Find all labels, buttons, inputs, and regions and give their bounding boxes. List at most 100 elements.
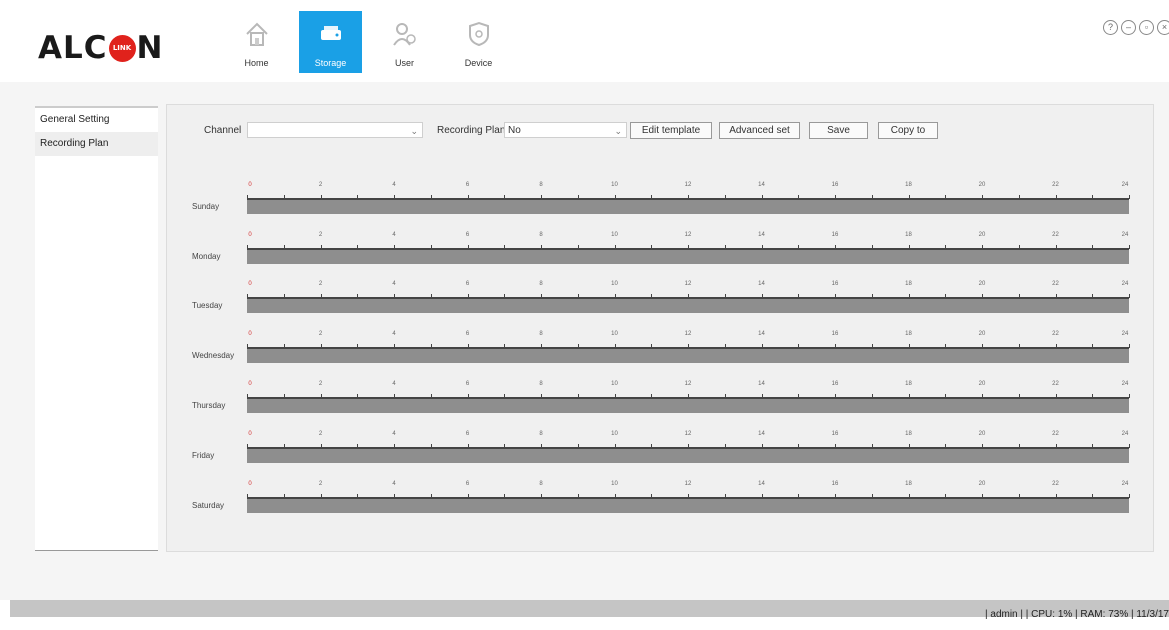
hour-tick-mark bbox=[577, 494, 579, 498]
nav-storage[interactable]: Storage bbox=[299, 11, 362, 73]
hour-tick-label: 6 bbox=[465, 331, 470, 337]
hour-tick-mark bbox=[688, 394, 689, 398]
hour-tick-mark bbox=[871, 394, 873, 398]
hour-tick-mark bbox=[283, 394, 285, 398]
hour-tick-mark bbox=[724, 294, 726, 298]
hour-tick-mark bbox=[467, 195, 469, 199]
hour-tick-mark bbox=[1129, 294, 1130, 298]
nav-storage-label: Storage bbox=[314, 58, 347, 68]
hour-tick-label: 10 bbox=[611, 182, 618, 188]
minimize-icon[interactable]: – bbox=[1121, 20, 1136, 35]
sidebar-item-recording-plan[interactable]: Recording Plan bbox=[35, 132, 158, 156]
hour-tick-mark bbox=[1092, 444, 1094, 448]
schedule-row: Monday 0 2 4 6 8 10 12 14 16 18 20 22 24 bbox=[167, 230, 1153, 270]
hour-tick-mark bbox=[908, 195, 910, 199]
hour-tick-label: 0 bbox=[248, 182, 252, 188]
user-icon bbox=[392, 23, 416, 46]
hour-tick-mark bbox=[982, 344, 983, 348]
storage-icon bbox=[320, 26, 341, 40]
hour-tick-mark bbox=[688, 195, 689, 199]
day-label: Saturday bbox=[192, 501, 225, 510]
schedule-bar[interactable] bbox=[247, 449, 1129, 463]
hour-tick-mark bbox=[283, 494, 285, 498]
recording-plan-panel: Channel ⌄ Recording Plan No ⌄ Edit templ… bbox=[166, 104, 1154, 552]
schedule-bar[interactable] bbox=[247, 399, 1129, 413]
hour-tick-mark bbox=[761, 394, 763, 398]
hour-tick-label: 22 bbox=[1052, 381, 1059, 387]
hour-tick-label: 4 bbox=[392, 331, 396, 337]
day-label: Monday bbox=[192, 252, 221, 261]
hour-tick-label: 18 bbox=[905, 331, 912, 337]
hour-tick-mark bbox=[835, 245, 836, 249]
hour-tick-mark bbox=[1018, 245, 1020, 249]
hour-tick-label: 6 bbox=[465, 281, 470, 287]
hour-tick-label: 18 bbox=[905, 281, 912, 287]
hour-tick-mark bbox=[1018, 394, 1020, 398]
hour-tick-label: 18 bbox=[905, 381, 912, 387]
hour-tick-mark bbox=[835, 294, 836, 298]
advanced-set-button[interactable]: Advanced set bbox=[719, 122, 800, 139]
schedule-bar[interactable] bbox=[247, 200, 1129, 214]
edit-template-button[interactable]: Edit template bbox=[630, 122, 712, 139]
schedule-bar[interactable] bbox=[247, 349, 1129, 363]
hour-tick-label: 6 bbox=[465, 381, 470, 387]
hour-tick-mark bbox=[761, 245, 763, 249]
hour-tick-label: 18 bbox=[905, 481, 912, 487]
hour-tick-mark bbox=[430, 195, 432, 199]
hour-tick-label: 20 bbox=[978, 232, 986, 238]
hour-tick-mark bbox=[871, 245, 873, 249]
hour-tick-mark bbox=[247, 344, 248, 348]
hour-tick-mark bbox=[541, 245, 542, 249]
copy-to-button[interactable]: Copy to bbox=[878, 122, 938, 139]
hour-tick-label: 14 bbox=[758, 232, 765, 238]
hour-tick-mark bbox=[908, 494, 910, 498]
logo-text-left: ALC bbox=[38, 30, 108, 66]
hour-tick-label: 2 bbox=[318, 232, 323, 238]
hour-tick-label: 16 bbox=[831, 381, 839, 387]
schedule-row: Friday 0 2 4 6 8 10 12 14 16 18 20 22 24 bbox=[167, 429, 1153, 469]
hour-tick-mark bbox=[467, 444, 469, 448]
schedule-bar[interactable] bbox=[247, 250, 1129, 264]
schedule-row: Saturday 0 2 4 6 8 10 12 14 16 18 20 22 24 bbox=[167, 479, 1153, 519]
hour-tick-label: 10 bbox=[611, 281, 618, 287]
hour-tick-label: 10 bbox=[611, 331, 618, 337]
nav-device[interactable]: Device bbox=[447, 11, 510, 73]
hour-tick-mark bbox=[1092, 494, 1094, 498]
hour-tick-mark bbox=[247, 195, 248, 199]
hour-tick-label: 10 bbox=[611, 381, 618, 387]
channel-select[interactable]: ⌄ bbox=[247, 122, 423, 138]
hour-tick-mark bbox=[724, 444, 726, 448]
schedule-bar[interactable] bbox=[247, 299, 1129, 313]
nav-home[interactable]: Home bbox=[225, 11, 288, 73]
hour-tick-label: 14 bbox=[758, 481, 765, 487]
recording-plan-select[interactable]: No ⌄ bbox=[504, 122, 627, 138]
hour-tick-label: 22 bbox=[1052, 182, 1059, 188]
save-button[interactable]: Save bbox=[809, 122, 868, 139]
close-icon[interactable]: × bbox=[1157, 20, 1169, 35]
help-icon[interactable]: ? bbox=[1103, 20, 1118, 35]
hour-tick-mark bbox=[798, 294, 800, 298]
hour-tick-label: 8 bbox=[539, 182, 543, 188]
hour-tick-mark bbox=[688, 245, 689, 249]
hour-tick-mark bbox=[247, 494, 248, 498]
hour-tick-label: 0 bbox=[248, 481, 252, 487]
home-icon bbox=[245, 22, 268, 46]
hour-tick-mark bbox=[1092, 344, 1094, 348]
hour-tick-mark bbox=[908, 444, 910, 448]
sidebar-item-general-setting[interactable]: General Setting bbox=[35, 108, 158, 132]
hour-tick-mark bbox=[1018, 344, 1020, 348]
restore-icon[interactable]: ▫ bbox=[1139, 20, 1154, 35]
hour-tick-mark bbox=[357, 195, 359, 199]
hour-tick-mark bbox=[724, 394, 726, 398]
hour-tick-label: 14 bbox=[758, 182, 765, 188]
schedule-bar[interactable] bbox=[247, 499, 1129, 513]
nav-user[interactable]: User bbox=[373, 11, 436, 73]
hour-tick-mark bbox=[577, 294, 579, 298]
hour-tick-mark bbox=[651, 394, 653, 398]
hour-tick-mark bbox=[504, 394, 506, 398]
hour-tick-mark bbox=[504, 494, 506, 498]
hour-tick-mark bbox=[982, 494, 983, 498]
hour-tick-mark bbox=[724, 245, 726, 249]
hour-tick-mark bbox=[982, 195, 983, 199]
hour-tick-mark bbox=[945, 195, 947, 199]
